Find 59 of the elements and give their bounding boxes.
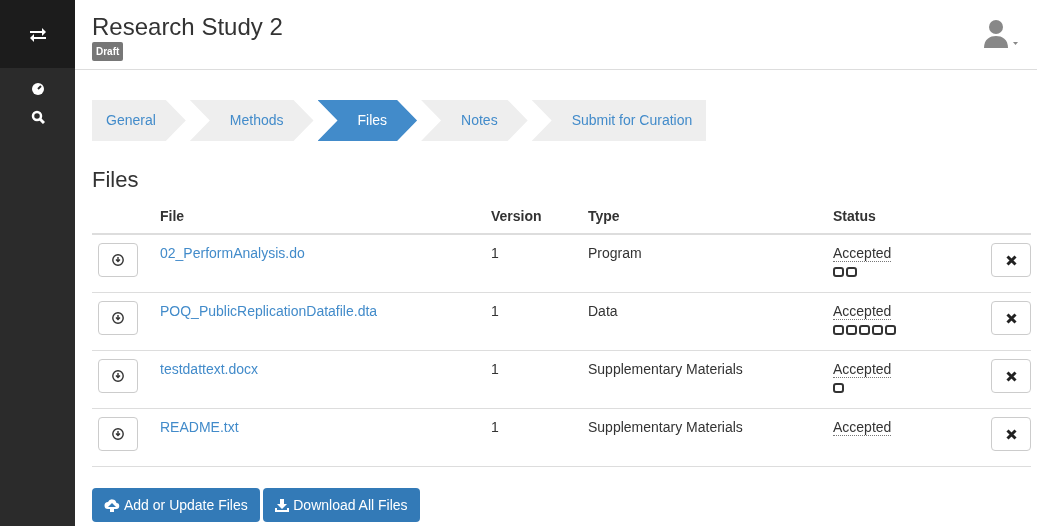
- download-icon: [112, 254, 124, 266]
- table-cell: Program: [588, 245, 642, 261]
- search-icon[interactable]: [30, 110, 45, 124]
- delete-button[interactable]: [991, 417, 1031, 451]
- download-button[interactable]: [98, 301, 138, 335]
- download-all-button[interactable]: Download All Files: [263, 488, 420, 522]
- close-icon: [1005, 254, 1017, 266]
- dashboard-icon[interactable]: [30, 82, 45, 96]
- status-text: Accepted: [833, 304, 892, 321]
- column-header: File: [160, 208, 185, 224]
- square-marker-icon: [885, 325, 896, 335]
- download-icon: [275, 498, 290, 512]
- table-cell: 1: [491, 361, 499, 377]
- step-tab[interactable]: Submit for Curation: [531, 100, 707, 141]
- square-marker-icon: [846, 325, 857, 335]
- close-icon: [1005, 370, 1017, 382]
- column-header: Type: [588, 208, 620, 224]
- swap-icon[interactable]: [28, 26, 47, 42]
- download-button[interactable]: [98, 417, 138, 451]
- draft-badge: Draft: [92, 42, 124, 62]
- add-files-button[interactable]: Add or Update Files: [92, 488, 260, 522]
- table-cell: Data: [588, 303, 618, 319]
- step-tab[interactable]: Methods: [189, 100, 314, 141]
- file-link[interactable]: 02_PerformAnalysis.do: [160, 245, 305, 261]
- table-cell: 1: [491, 245, 499, 261]
- table-cell: 1: [491, 303, 499, 319]
- file-link[interactable]: POQ_PublicReplicationDatafile.dta: [160, 303, 378, 319]
- table-cell: Supplementary Materials: [588, 419, 743, 435]
- status-text: Accepted: [833, 362, 892, 379]
- table-cell: 1: [491, 419, 499, 435]
- download-icon: [112, 370, 124, 382]
- close-icon: [1005, 428, 1017, 440]
- status-text: Accepted: [833, 246, 892, 263]
- page-title: Research Study 2: [92, 14, 283, 41]
- file-link[interactable]: README.txt: [160, 419, 239, 435]
- download-icon: [112, 312, 124, 324]
- download-button[interactable]: [98, 243, 138, 277]
- section-heading: Files: [92, 166, 140, 194]
- square-marker-icon: [846, 267, 857, 277]
- step-tab[interactable]: General: [92, 100, 186, 141]
- column-header: Version: [491, 208, 542, 224]
- step-tab[interactable]: Notes: [421, 100, 528, 141]
- delete-button[interactable]: [991, 359, 1031, 393]
- square-marker-icon: [872, 325, 883, 335]
- square-marker-icon: [833, 383, 844, 393]
- download-button[interactable]: [98, 359, 138, 393]
- column-header: Status: [833, 208, 876, 224]
- file-link[interactable]: testdattext.docx: [160, 361, 259, 377]
- status-text: Accepted: [833, 420, 892, 437]
- square-marker-icon: [833, 267, 844, 277]
- table-cell: Supplementary Materials: [588, 361, 743, 377]
- cloud-upload-icon: [104, 498, 120, 512]
- delete-button[interactable]: [991, 243, 1031, 277]
- close-icon: [1005, 312, 1017, 324]
- square-marker-icon: [833, 325, 844, 335]
- delete-button[interactable]: [991, 301, 1031, 335]
- square-marker-icon: [859, 325, 870, 335]
- download-icon: [112, 428, 124, 440]
- step-tab[interactable]: Files: [317, 100, 418, 141]
